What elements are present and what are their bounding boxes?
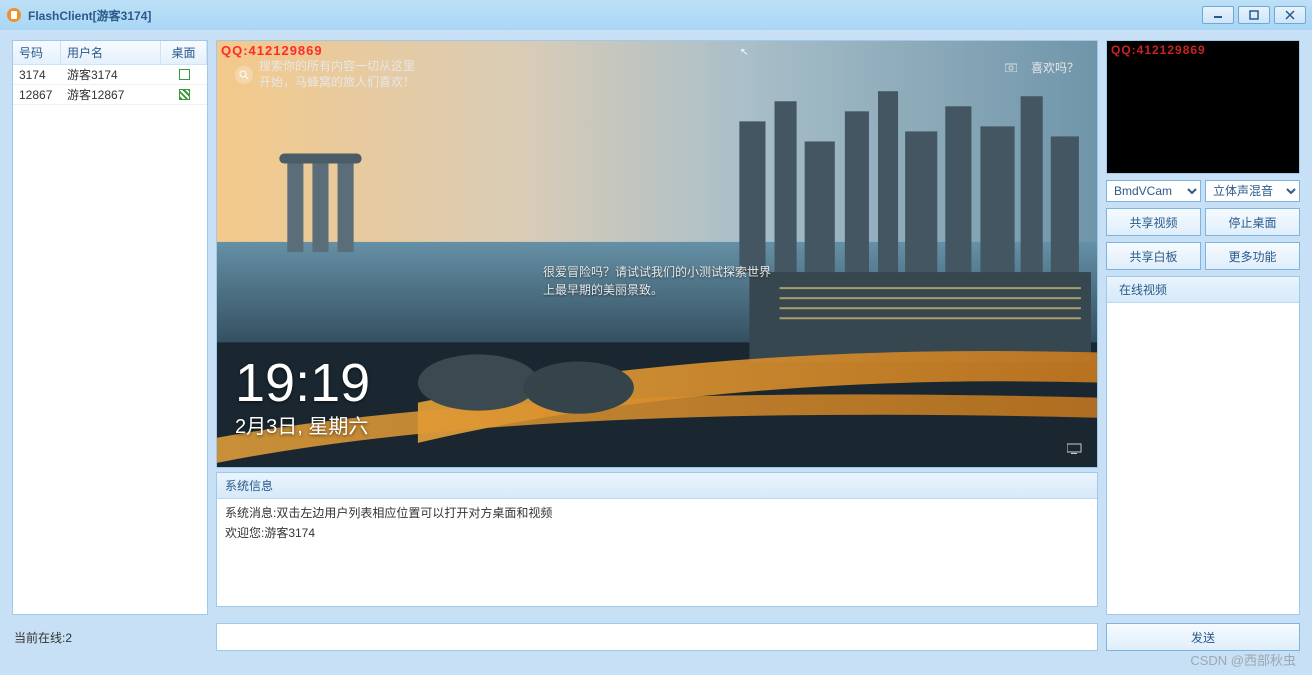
watermark-text: QQ:412129869 xyxy=(221,43,323,58)
online-status: 当前在线:2 xyxy=(12,625,208,650)
overlay-watermark: CSDN @西部秋虫 xyxy=(1190,650,1296,669)
camera-select[interactable]: BmdVCam xyxy=(1106,180,1201,202)
user-id: 12867 xyxy=(13,86,61,104)
maximize-button[interactable] xyxy=(1238,6,1270,24)
network-icon xyxy=(1067,442,1083,457)
user-table-header: 号码 用户名 桌面 xyxy=(13,41,207,65)
remote-desktop-view[interactable]: QQ:412129869 ↖ 搜索你的所有内容一切从这里开始，马蜂窝的旅人们喜欢… xyxy=(216,40,1098,468)
lockscreen-top-right: 喜欢吗？ xyxy=(1005,59,1079,76)
system-info-body: 系统消息:双击左边用户列表相应位置可以打开对方桌面和视频 欢迎您:游客3174 xyxy=(217,499,1097,606)
local-video-thumbnail[interactable]: QQ:412129869 xyxy=(1106,40,1300,174)
col-header-id[interactable]: 号码 xyxy=(13,41,61,64)
window-controls xyxy=(1202,6,1312,24)
minimize-button[interactable] xyxy=(1202,6,1234,24)
app-icon xyxy=(6,7,22,23)
desktop-off-icon xyxy=(179,69,190,80)
search-icon xyxy=(235,66,253,84)
user-name: 游客12867 xyxy=(61,84,161,105)
clock-time: 19:19 xyxy=(235,356,370,410)
user-id: 3174 xyxy=(13,66,61,84)
user-desktop-status xyxy=(161,67,207,82)
info-line: 欢迎您:游客3174 xyxy=(225,523,1089,543)
user-list-panel: 号码 用户名 桌面 3174 游客3174 12867 游客12867 xyxy=(12,40,208,615)
system-info-panel: 系统信息 系统消息:双击左边用户列表相应位置可以打开对方桌面和视频 欢迎您:游客… xyxy=(216,472,1098,607)
more-functions-button[interactable]: 更多功能 xyxy=(1205,242,1300,270)
col-header-name[interactable]: 用户名 xyxy=(61,41,161,64)
cursor-icon: ↖ xyxy=(740,47,748,58)
close-button[interactable] xyxy=(1274,6,1306,24)
user-desktop-status xyxy=(161,87,207,102)
lockscreen-like-label: 喜欢吗？ xyxy=(1031,59,1079,76)
camera-icon xyxy=(1005,61,1017,75)
lockscreen-clock: 19:19 2月3日, 星期六 xyxy=(235,356,370,439)
watermark-text: QQ:412129869 xyxy=(1111,43,1206,57)
desktop-on-icon xyxy=(179,89,190,100)
message-input[interactable] xyxy=(216,623,1098,651)
stop-desktop-button[interactable]: 停止桌面 xyxy=(1205,208,1300,236)
lockscreen-caption: 很爱冒险吗？请试试我们的小测试探索世界 上最早期的美丽景致。 xyxy=(543,263,771,299)
table-row[interactable]: 3174 游客3174 xyxy=(13,65,207,85)
audio-select[interactable]: 立体声混音 xyxy=(1205,180,1300,202)
online-video-header: 在线视频 xyxy=(1107,277,1299,303)
system-info-header: 系统信息 xyxy=(217,473,1097,499)
share-whiteboard-button[interactable]: 共享白板 xyxy=(1106,242,1201,270)
share-video-button[interactable]: 共享视频 xyxy=(1106,208,1201,236)
clock-date: 2月3日, 星期六 xyxy=(235,410,370,439)
send-button[interactable]: 发送 xyxy=(1106,623,1300,651)
col-header-desktop[interactable]: 桌面 xyxy=(161,41,207,64)
online-status-count: 2 xyxy=(65,631,72,645)
info-line: 系统消息:双击左边用户列表相应位置可以打开对方桌面和视频 xyxy=(225,503,1089,523)
user-table-body: 3174 游客3174 12867 游客12867 xyxy=(13,65,207,614)
online-status-label: 当前在线: xyxy=(14,631,65,645)
window-title: FlashClient[游客3174] xyxy=(28,7,151,24)
center-panel: QQ:412129869 ↖ 搜索你的所有内容一切从这里开始，马蜂窝的旅人们喜欢… xyxy=(216,40,1098,615)
online-video-panel: 在线视频 xyxy=(1106,276,1300,615)
bottom-bar: 当前在线:2 发送 xyxy=(12,623,1300,651)
lockscreen-search-hint: 搜索你的所有内容一切从这里开始，马蜂窝的旅人们喜欢！ xyxy=(259,59,419,90)
user-name: 游客3174 xyxy=(61,65,161,85)
right-panel: QQ:412129869 BmdVCam 立体声混音 共享视频 停止桌面 共享白… xyxy=(1106,40,1300,615)
title-bar: FlashClient[游客3174] xyxy=(0,0,1312,30)
table-row[interactable]: 12867 游客12867 xyxy=(13,85,207,105)
lockscreen-search: 搜索你的所有内容一切从这里开始，马蜂窝的旅人们喜欢！ xyxy=(235,59,419,90)
